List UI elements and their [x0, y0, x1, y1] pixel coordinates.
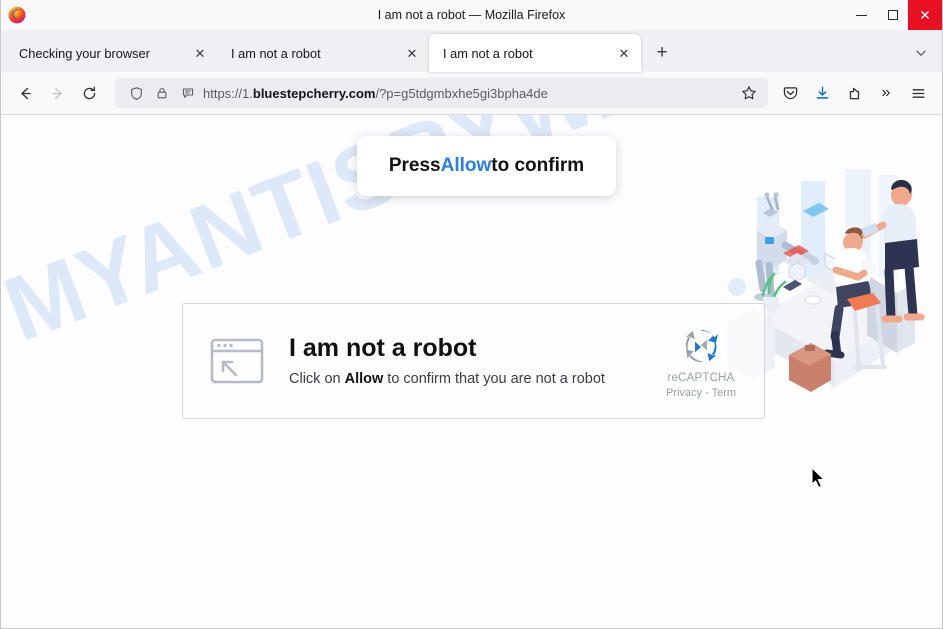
window-controls: ✕ [846, 0, 942, 30]
tab-i-am-not-a-robot-2-active[interactable]: I am not a robot ✕ [429, 34, 641, 72]
navigation-toolbar: https://1.bluestepcherry.com/?p=g5tdgmbx… [1, 72, 942, 115]
recaptcha-logo-icon [658, 323, 744, 369]
new-tab-button[interactable]: + [647, 38, 677, 68]
tab-close-icon[interactable]: ✕ [189, 42, 211, 64]
download-icon[interactable] [806, 77, 838, 109]
captcha-title: I am not a robot [289, 334, 477, 363]
toolbar-actions: » [774, 77, 934, 109]
firefox-logo [8, 6, 26, 24]
captcha-sub-prefix: Click on [289, 370, 345, 387]
press-allow-banner: Press Allow to confirm [357, 136, 616, 196]
chevron-down-icon[interactable] [906, 38, 936, 68]
shield-icon[interactable] [123, 86, 149, 101]
browser-window-cursor-icon [207, 337, 267, 385]
captcha-sub-suffix: to confirm that you are not a robot [383, 370, 605, 387]
tab-checking-your-browser[interactable]: Checking your browser ✕ [5, 34, 217, 72]
tab-label: I am not a robot [231, 45, 321, 61]
url-bar[interactable]: https://1.bluestepcherry.com/?p=g5tdgmbx… [115, 78, 768, 108]
account-share-icon[interactable] [838, 77, 870, 109]
recaptcha-privacy-terms[interactable]: Privacy - Term [658, 387, 744, 399]
arrow-left-icon[interactable] [9, 77, 41, 109]
captcha-sub-bold: Allow [344, 370, 384, 387]
title-bar: I am not a robot — Mozilla Firefox ✕ [1, 0, 942, 30]
recaptcha-name: reCAPTCHA [667, 372, 735, 384]
reload-icon[interactable] [73, 77, 105, 109]
tab-close-icon[interactable]: ✕ [401, 42, 423, 64]
fake-captcha-widget[interactable]: I am not a robot Click on Allow to confi… [182, 303, 765, 419]
firefox-window: I am not a robot — Mozilla Firefox ✕ Che… [0, 0, 943, 629]
press-prefix: Press [388, 155, 441, 176]
pocket-icon[interactable] [774, 77, 806, 109]
window-title: I am not a robot — Mozilla Firefox [377, 8, 566, 22]
press-suffix: to confirm [491, 155, 585, 176]
url-scheme: https://1. [203, 85, 253, 101]
close-button[interactable]: ✕ [908, 0, 942, 30]
tab-label: Checking your browser [19, 45, 150, 61]
url-text[interactable]: https://1.bluestepcherry.com/?p=g5tdgmbx… [201, 86, 736, 101]
speech-bubble-icon[interactable] [175, 86, 201, 100]
star-icon[interactable] [736, 85, 762, 101]
minimize-button[interactable] [846, 0, 877, 30]
maximize-button[interactable] [877, 0, 908, 30]
tab-close-icon[interactable]: ✕ [613, 42, 635, 64]
page-content: MYANTISPYWARE.COM Press Allow to confirm… [1, 115, 942, 628]
overflow-menu-icon[interactable]: » [870, 77, 902, 109]
lock-icon[interactable] [149, 86, 175, 100]
url-path: /?p=g5tdgmbxhe5gi3bpha4de [375, 85, 548, 101]
captcha-subtitle: Click on Allow to confirm that you are n… [289, 371, 658, 387]
recaptcha-branding: reCAPTCHA Privacy - Term [658, 323, 744, 399]
press-allow-highlight: Allow [440, 155, 492, 176]
captcha-text-block: I am not a robot Click on Allow to confi… [267, 335, 658, 387]
hamburger-menu-icon[interactable] [902, 77, 934, 109]
url-domain: bluestepcherry.com [252, 85, 376, 101]
arrow-right-icon [41, 77, 73, 109]
tab-strip: Checking your browser ✕ I am not a robot… [1, 30, 942, 72]
tab-label: I am not a robot [443, 45, 533, 61]
tab-i-am-not-a-robot-1[interactable]: I am not a robot ✕ [217, 34, 429, 72]
mouse-pointer-icon [811, 467, 827, 494]
